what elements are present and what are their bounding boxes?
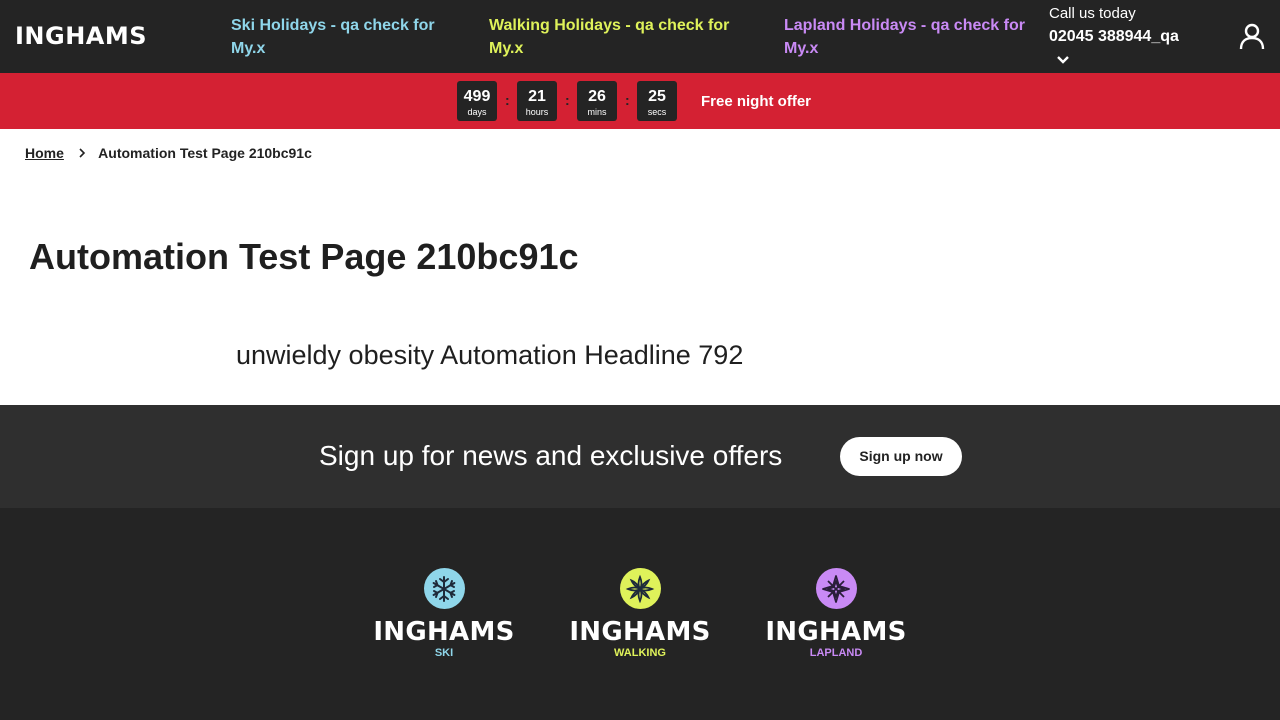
brand-sub-ski: SKI: [434, 647, 454, 659]
countdown-separator: :: [625, 92, 630, 108]
countdown-secs-unit: secs: [647, 107, 667, 117]
site-footer: INGHAMS SKI INGHAMS WALKING INGHAMS LAPL…: [0, 508, 1280, 720]
call-us-label: Call us today: [1049, 5, 1136, 22]
countdown-separator: :: [565, 92, 570, 108]
countdown-mins-unit: mins: [587, 107, 607, 117]
brand-lapland-link[interactable]: INGHAMS LAPLAND: [756, 568, 916, 659]
nav-walking-holidays[interactable]: Walking Holidays - qa check for My.x: [489, 14, 749, 60]
site-logo[interactable]: INGHAMS: [15, 22, 147, 50]
countdown-hours: 21 hours: [517, 81, 557, 121]
countdown-hours-value: 21: [528, 88, 546, 105]
offer-banner: 499 days : 21 hours : 26 mins : 25 secs …: [0, 73, 1280, 129]
countdown-days-value: 499: [463, 88, 491, 105]
chevron-down-icon[interactable]: [1055, 53, 1071, 67]
signup-text: Sign up for news and exclusive offers: [319, 440, 783, 471]
brand-name: INGHAMS: [765, 617, 907, 647]
countdown-mins-value: 26: [588, 88, 606, 105]
chevron-right-icon: [79, 148, 85, 158]
brand-walking-link[interactable]: INGHAMS WALKING: [560, 568, 720, 659]
countdown-separator: :: [505, 92, 510, 108]
countdown-secs: 25 secs: [637, 81, 677, 121]
snowflake-icon: [423, 568, 465, 609]
breadcrumb-home-link[interactable]: Home: [25, 145, 64, 161]
headline: unwieldy obesity Automation Headline 792: [236, 340, 744, 370]
brand-name: INGHAMS: [373, 617, 515, 647]
newsletter-signup: Sign up for news and exclusive offers Si…: [0, 405, 1280, 508]
breadcrumb-current: Automation Test Page 210bc91c: [98, 145, 312, 161]
breadcrumb: Home Automation Test Page 210bc91c: [25, 145, 312, 161]
nav-lapland-holidays[interactable]: Lapland Holidays - qa check for My.x: [784, 14, 1034, 60]
page-title: Automation Test Page 210bc91c: [29, 236, 579, 277]
brand-sub-walking: WALKING: [614, 647, 666, 659]
brand-ski-link[interactable]: INGHAMS SKI: [364, 568, 524, 659]
brand-name: INGHAMS: [569, 617, 711, 647]
brand-sub-lapland: LAPLAND: [809, 647, 863, 659]
countdown-secs-value: 25: [648, 88, 666, 105]
phone-number[interactable]: 02045 388944_qa: [1049, 28, 1179, 46]
site-header: INGHAMS Ski Holidays - qa check for My.x…: [0, 0, 1280, 73]
countdown-days-unit: days: [467, 107, 487, 117]
nav-ski-holidays[interactable]: Ski Holidays - qa check for My.x: [231, 14, 451, 60]
offer-link[interactable]: Free night offer: [701, 93, 811, 110]
user-icon[interactable]: [1239, 22, 1265, 50]
flower-icon: [619, 568, 661, 609]
countdown-hours-unit: hours: [525, 107, 549, 117]
star-icon: [815, 568, 857, 609]
sign-up-button[interactable]: Sign up now: [840, 437, 962, 476]
countdown-days: 499 days: [457, 81, 497, 121]
countdown-mins: 26 mins: [577, 81, 617, 121]
